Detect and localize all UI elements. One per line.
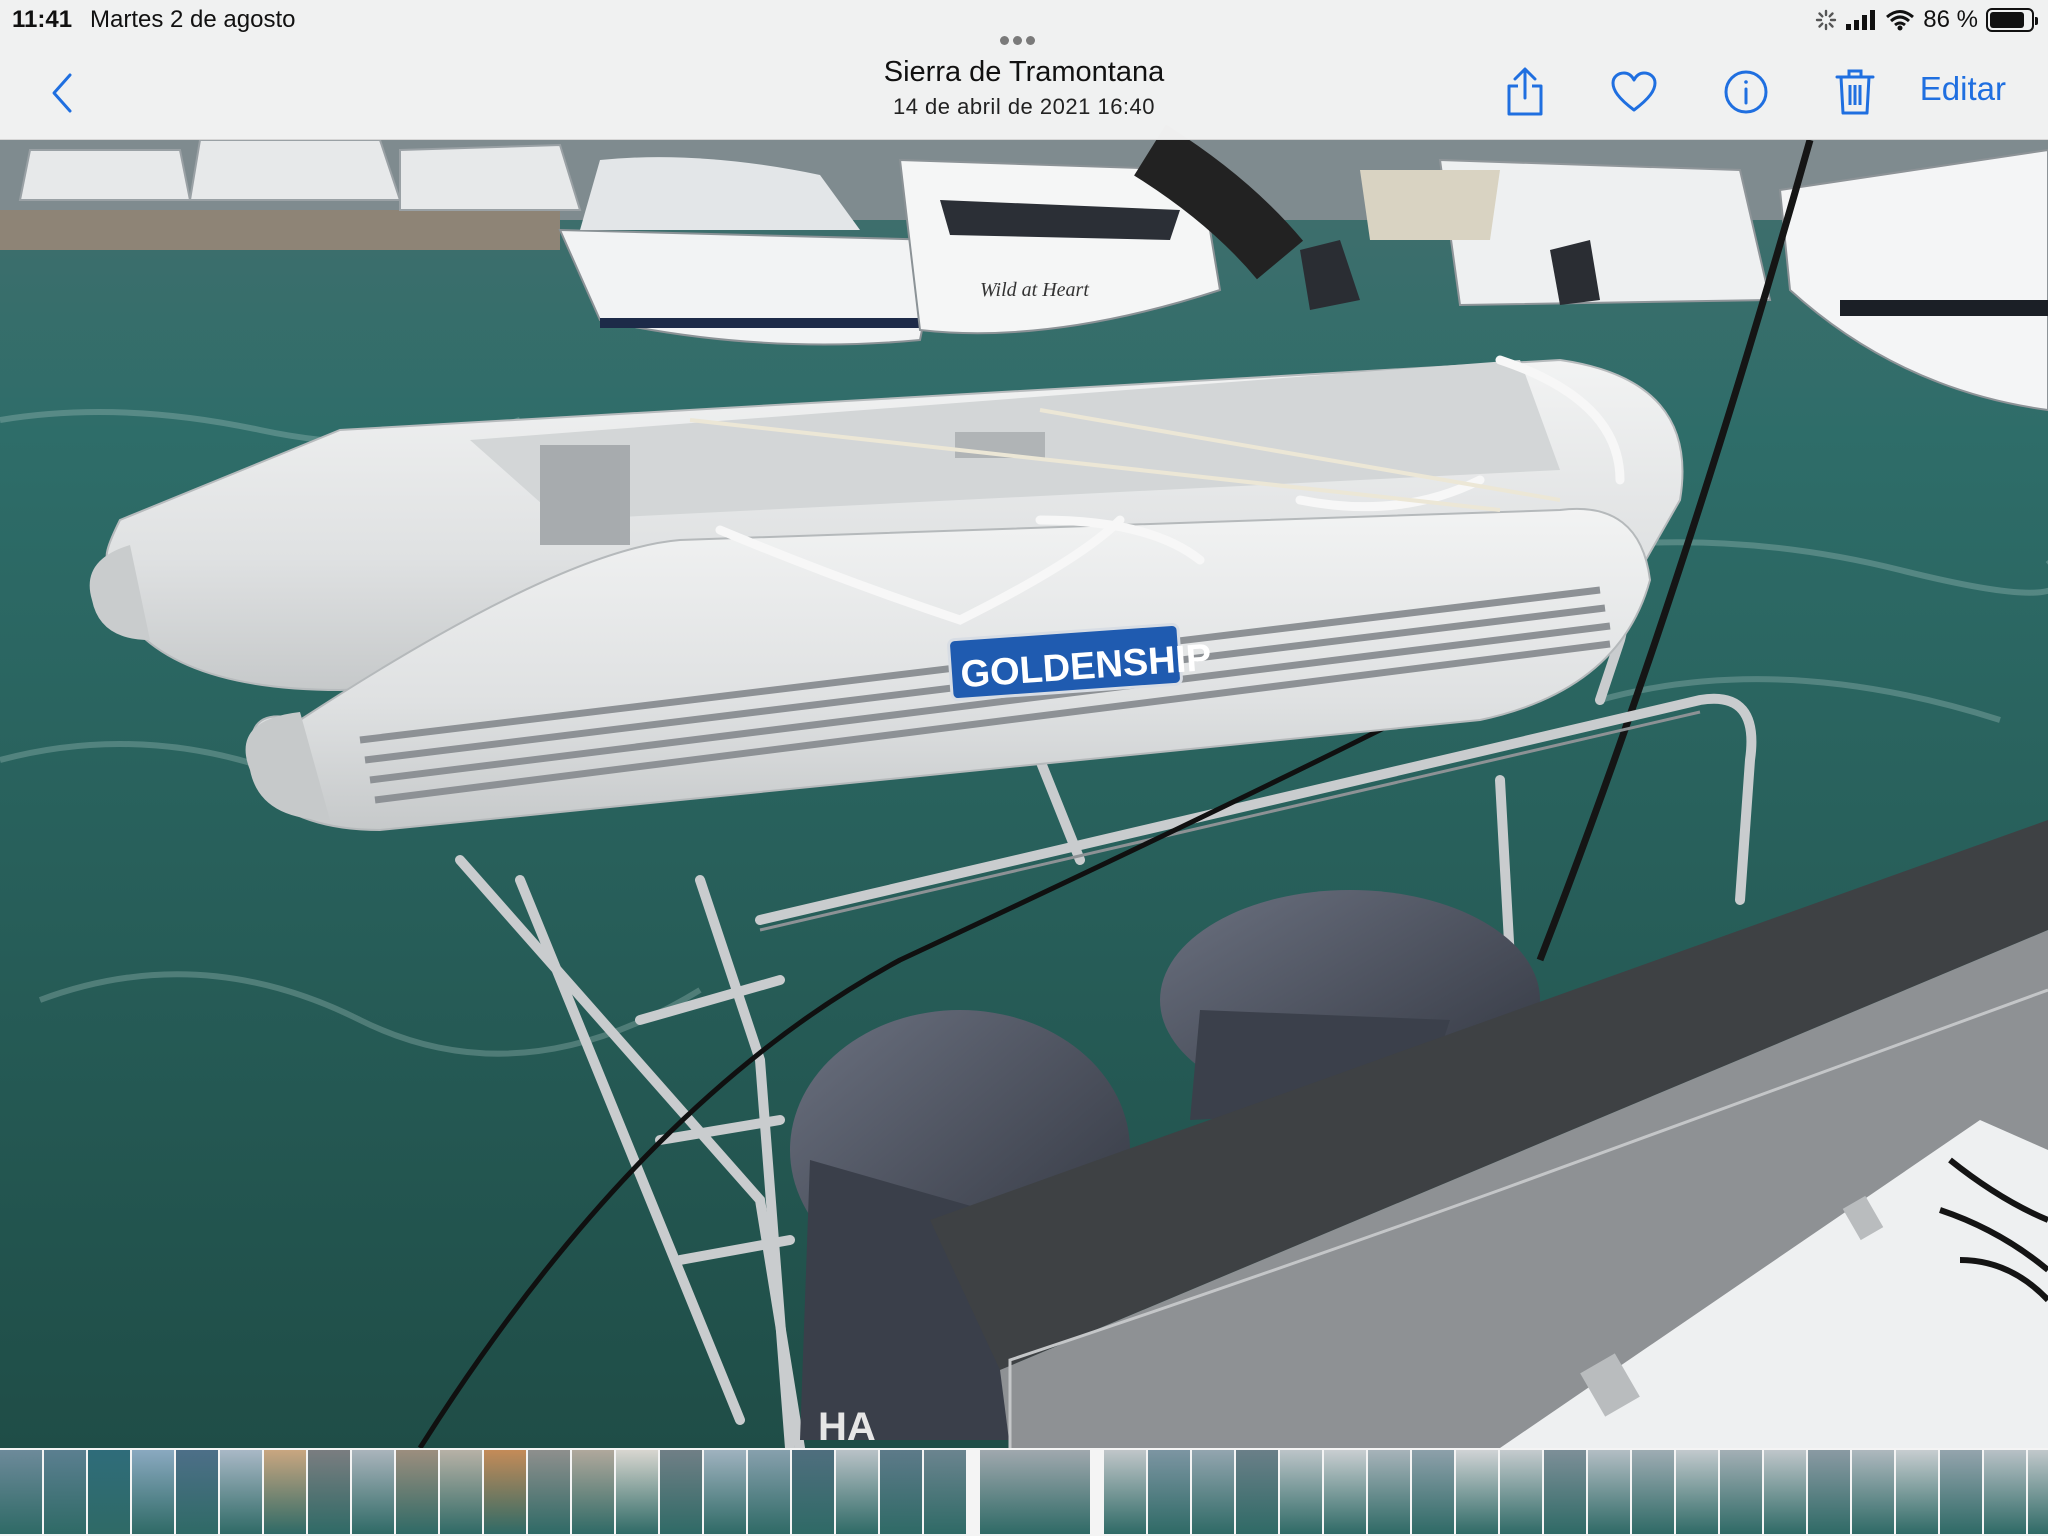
photo-viewer[interactable]: Wild at Heart HA GOLDENSHIP — [0, 0, 2048, 1448]
trash-icon — [1835, 69, 1875, 115]
heart-icon — [1611, 71, 1657, 112]
thumbnail[interactable] — [1984, 1450, 2026, 1534]
thumbnail[interactable] — [44, 1450, 86, 1534]
thumbnail[interactable] — [1940, 1450, 1982, 1534]
favorite-button[interactable] — [1608, 66, 1660, 118]
thumbnail[interactable] — [1148, 1450, 1190, 1534]
thumbnail[interactable] — [1324, 1450, 1366, 1534]
thumbnail[interactable] — [1500, 1450, 1542, 1534]
info-button[interactable] — [1720, 66, 1772, 118]
thumbnail[interactable] — [1632, 1450, 1674, 1534]
thumbnail[interactable] — [396, 1450, 438, 1534]
thumbnail[interactable] — [1896, 1450, 1938, 1534]
thumbnail[interactable] — [836, 1450, 878, 1534]
thumbnail[interactable] — [704, 1450, 746, 1534]
share-button[interactable] — [1500, 64, 1550, 120]
thumbnail[interactable] — [0, 1450, 42, 1534]
cellular-signal-icon — [1846, 10, 1876, 30]
thumbnail[interactable] — [1544, 1450, 1586, 1534]
status-time: 11:41 — [12, 6, 73, 33]
thumbnail[interactable] — [924, 1450, 966, 1534]
thumbnail-selected[interactable] — [980, 1450, 1090, 1534]
loading-spinner-icon — [1816, 9, 1837, 31]
thumbnail[interactable] — [880, 1450, 922, 1534]
thumbnail-strip[interactable] — [0, 1448, 2048, 1536]
thumbnail[interactable] — [748, 1450, 790, 1534]
boat-name-text: Wild at Heart — [980, 279, 1089, 301]
battery-percentage: 86 % — [1923, 6, 1978, 33]
thumbnail[interactable] — [484, 1450, 526, 1534]
wifi-icon — [1886, 10, 1915, 31]
thumbnail[interactable] — [528, 1450, 570, 1534]
thumbnail[interactable] — [440, 1450, 482, 1534]
edit-button[interactable]: Editar — [1920, 70, 2006, 108]
photo-scene: Wild at Heart HA GOLDENSHIP — [0, 0, 2048, 1448]
thumbnail[interactable] — [132, 1450, 174, 1534]
photo-navigation-bar: 11:41 Martes 2 de agosto 86 % Sierra de … — [0, 0, 2048, 140]
battery-icon — [1986, 8, 2038, 32]
thumbnail[interactable] — [1192, 1450, 1234, 1534]
status-date: Martes 2 de agosto — [90, 6, 296, 33]
thumbnail[interactable] — [220, 1450, 262, 1534]
thumbnail[interactable] — [572, 1450, 614, 1534]
thumbnail[interactable] — [352, 1450, 394, 1534]
thumbnail[interactable] — [1676, 1450, 1718, 1534]
thumbnail[interactable] — [1280, 1450, 1322, 1534]
thumbnail[interactable] — [1588, 1450, 1630, 1534]
thumbnail[interactable] — [1852, 1450, 1894, 1534]
thumbnail[interactable] — [1412, 1450, 1454, 1534]
thumbnail[interactable] — [264, 1450, 306, 1534]
info-icon — [1724, 70, 1768, 114]
thumbnail[interactable] — [308, 1450, 350, 1534]
thumbnail[interactable] — [1764, 1450, 1806, 1534]
multitasking-dots-icon[interactable] — [1000, 24, 1048, 45]
delete-button[interactable] — [1830, 64, 1880, 120]
thumbnail[interactable] — [176, 1450, 218, 1534]
thumbnail[interactable] — [792, 1450, 834, 1534]
thumbnail[interactable] — [1720, 1450, 1762, 1534]
svg-text:HA: HA — [818, 1405, 876, 1448]
thumbnail[interactable] — [660, 1450, 702, 1534]
thumbnail[interactable] — [1808, 1450, 1850, 1534]
status-indicators: 86 % — [1815, 6, 2038, 34]
thumbnail[interactable] — [1456, 1450, 1498, 1534]
thumbnail[interactable] — [616, 1450, 658, 1534]
share-icon — [1507, 67, 1543, 116]
thumbnail[interactable] — [1236, 1450, 1278, 1534]
thumbnail[interactable] — [88, 1450, 130, 1534]
thumbnail[interactable] — [1104, 1450, 1146, 1534]
status-bar: 11:41 Martes 2 de agosto 86 % — [0, 6, 2048, 45]
thumbnail[interactable] — [1368, 1450, 1410, 1534]
thumbnail[interactable] — [2028, 1450, 2048, 1534]
